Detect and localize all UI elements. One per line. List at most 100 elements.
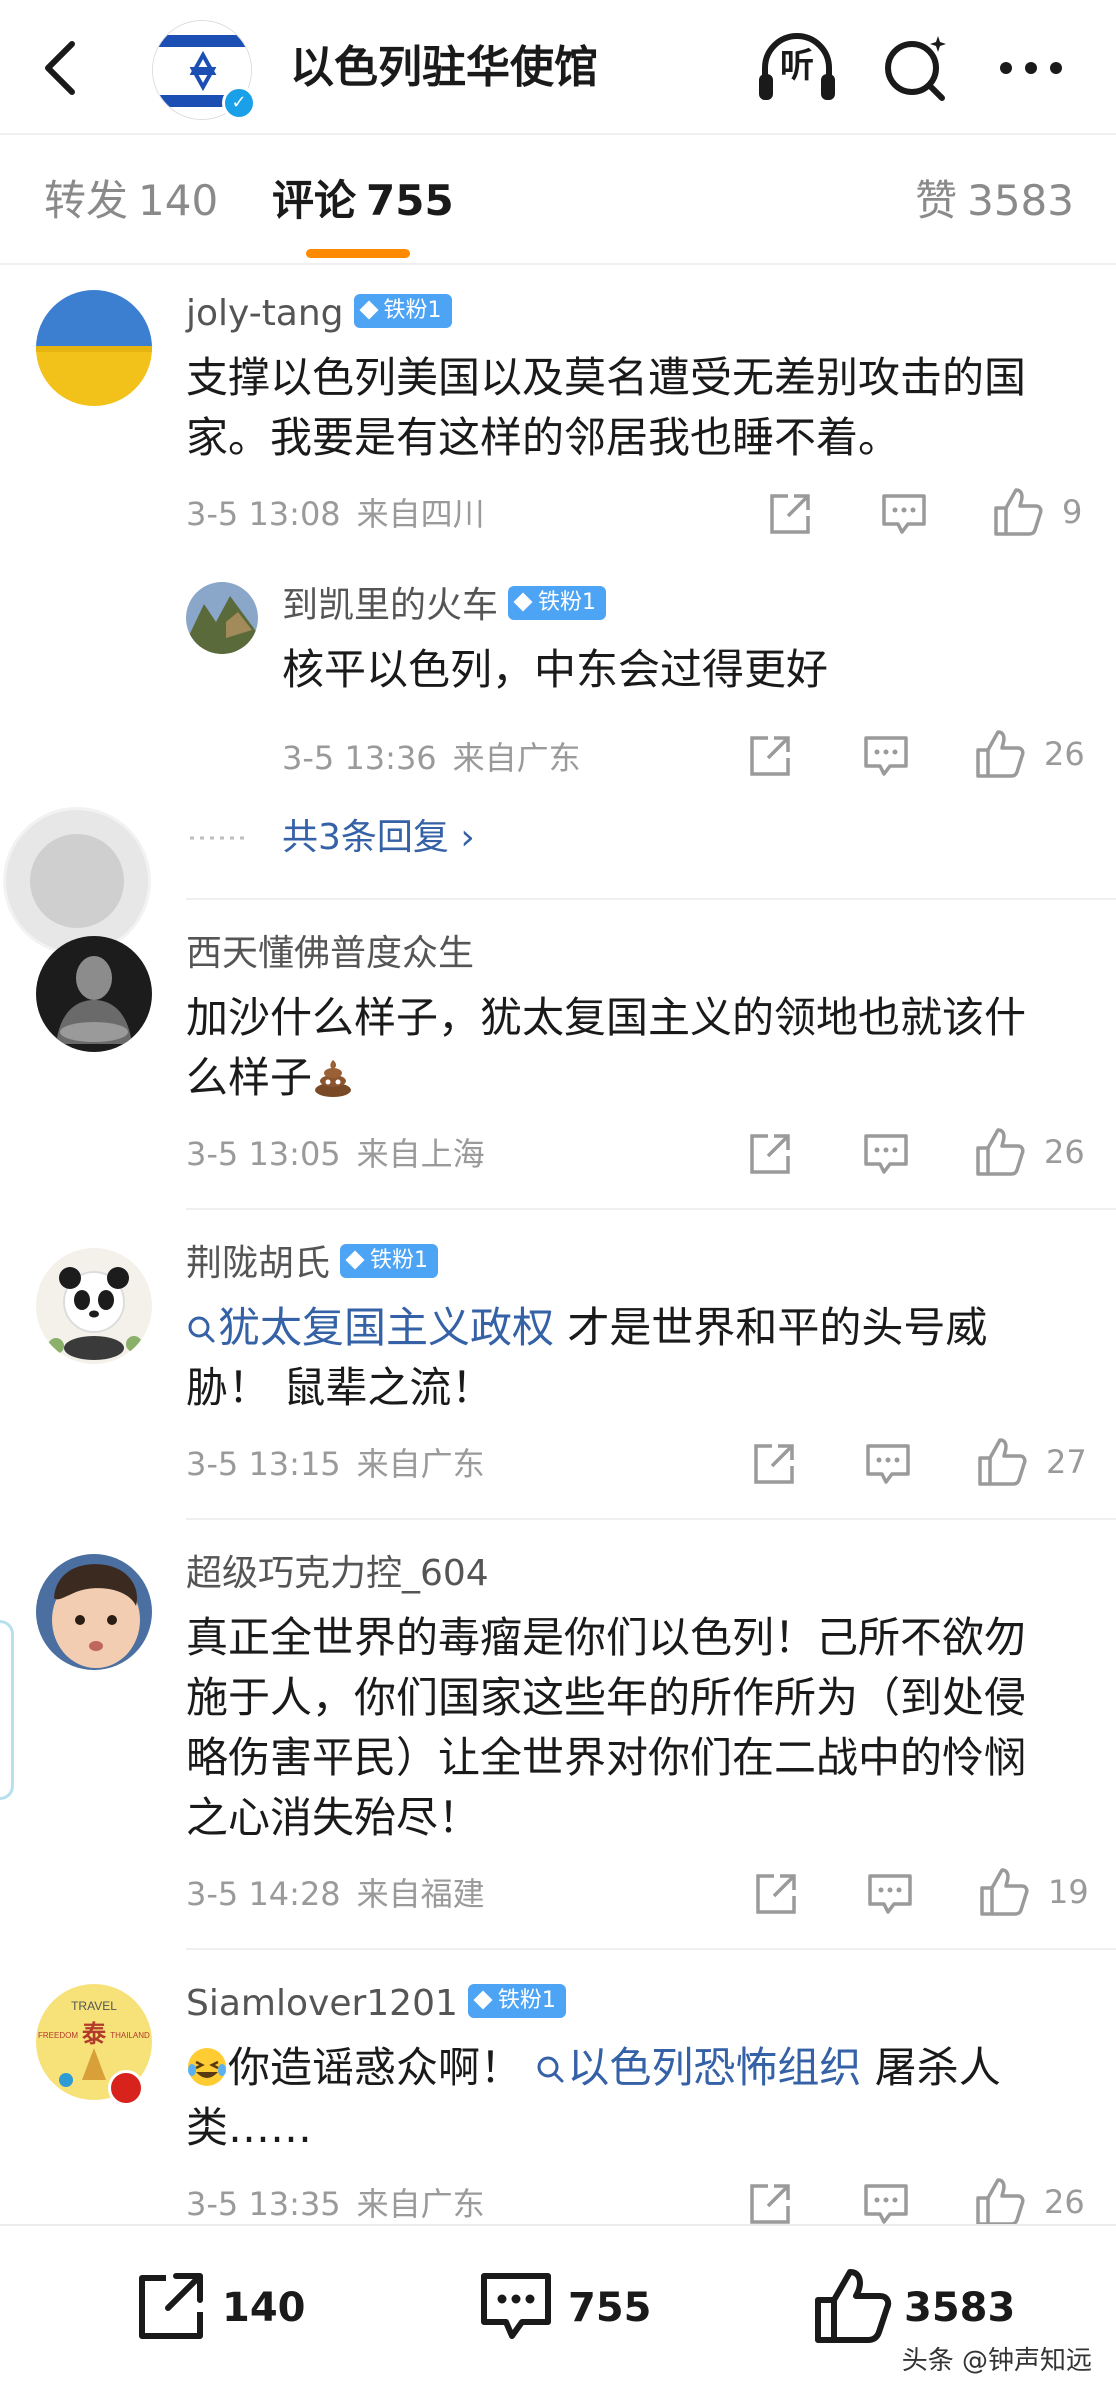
edge-panel-handle[interactable]: [0, 1620, 14, 1800]
comment-divider: [186, 898, 1116, 900]
thumbs-up-icon: [980, 1868, 1029, 1916]
fan-badge: 铁粉1: [467, 1984, 566, 2018]
comment-author[interactable]: joly-tang 铁粉1: [186, 290, 452, 338]
comment-location: 来自福建: [356, 1875, 485, 1913]
reply-icon[interactable]: [880, 490, 928, 538]
like-count: 26: [1044, 735, 1085, 773]
like-button[interactable]: 26: [974, 1126, 1104, 1176]
reply-icon[interactable]: [864, 1440, 912, 1488]
share-icon[interactable]: [746, 732, 794, 780]
comment-meta: 3-5 14:28 来自福建: [186, 1872, 485, 1916]
like-button[interactable]: 9: [992, 486, 1104, 536]
like-count: 9: [1062, 493, 1083, 531]
laughing-tears-emoji-icon: [188, 2048, 226, 2086]
fan-badge: 铁粉1: [353, 294, 452, 328]
avatar[interactable]: [36, 1248, 152, 1364]
like-post-button[interactable]: 3583: [812, 2266, 1052, 2346]
bottom-action-bar: 140 755 3583 头条 @钟声知远: [0, 2224, 1116, 2383]
thumbs-up-icon: [976, 2178, 1025, 2226]
flower-badge-icon: [108, 2070, 144, 2106]
dotted-line-icon: [190, 836, 250, 840]
comment-author[interactable]: 超级巧克力控_604: [186, 1550, 489, 1598]
tab-likes-count: 3583: [967, 176, 1074, 225]
fan-badge-label: 铁粉1: [497, 1988, 556, 2013]
like-button[interactable]: 19: [978, 1866, 1108, 1916]
comment-author-name: 超级巧克力控_604: [186, 1553, 489, 1594]
back-icon[interactable]: [38, 38, 82, 98]
tab-comments-label: 评论: [272, 176, 357, 225]
comment-meta: 3-5 13:15 来自广东: [186, 1442, 485, 1486]
thumbs-up-icon: [994, 488, 1043, 536]
topic-link[interactable]: 以色列恐怖组织: [535, 2043, 861, 2092]
share-icon[interactable]: [746, 2180, 794, 2228]
tab-repost[interactable]: 转发 140: [44, 173, 218, 229]
reply-author[interactable]: 到凯里的火车 铁粉1: [282, 582, 607, 630]
comment-author-name: joly-tang: [186, 293, 344, 334]
view-more-replies-link[interactable]: 共3条回复 ›: [282, 814, 475, 862]
comment-author[interactable]: 西天懂佛普度众生: [186, 930, 474, 978]
avatar[interactable]: [36, 290, 152, 406]
diamond-icon: [359, 300, 379, 320]
comment-location: 来自广东: [356, 2185, 485, 2223]
like-post-count: 3583: [904, 2285, 1016, 2331]
comment-time: 3-5 13:08: [186, 495, 341, 533]
reply-author-name: 到凯里的火车: [282, 585, 499, 626]
tab-likes-label: 赞: [915, 176, 958, 225]
diamond-icon: [473, 1990, 493, 2010]
reply-icon[interactable]: [866, 1870, 914, 1918]
comment-time: 3-5 13:35: [186, 2185, 341, 2223]
avatar-text-thai: 泰: [82, 2020, 107, 2048]
account-avatar[interactable]: ✓: [152, 20, 256, 120]
topic-link[interactable]: 犹太复国主义政权: [186, 1303, 554, 1352]
thumbs-up-icon: [976, 730, 1025, 778]
comment-meta: 3-5 13:08 来自四川: [186, 492, 485, 536]
detail-tabs: 转发 140 评论 755 赞 3583: [0, 137, 1116, 265]
avatar[interactable]: [36, 936, 152, 1052]
comment-button[interactable]: 755: [476, 2266, 696, 2346]
repost-button[interactable]: 140: [130, 2266, 340, 2346]
thumbs-up-icon: [976, 1128, 1025, 1176]
tab-comments-count: 755: [366, 176, 454, 225]
diamond-icon: [513, 592, 533, 612]
tab-comments[interactable]: 评论 755: [272, 173, 454, 229]
top-navigation-bar: ✓ 以色列驻华使馆 听: [0, 0, 1116, 135]
avatar-text-thailand: THAILAND: [110, 2031, 150, 2040]
listen-button[interactable]: 听: [755, 30, 839, 104]
topic-link-label: 犹太复国主义政权: [218, 1303, 555, 1352]
reply-icon[interactable]: [862, 1130, 910, 1178]
comment-divider: [186, 1518, 1116, 1520]
comment-text: 加沙什么样子，犹太复国主义的领地也就该什么样子: [186, 988, 1066, 1108]
more-options-icon[interactable]: [996, 48, 1066, 88]
comment-divider: [186, 1948, 1116, 1950]
avatar[interactable]: [36, 1554, 152, 1670]
like-button[interactable]: 27: [976, 1436, 1106, 1486]
share-icon[interactable]: [750, 1440, 798, 1488]
comment-icon: [481, 2273, 551, 2339]
search-icon[interactable]: [882, 34, 950, 102]
comment-author-name: Siamlover1201: [186, 1983, 458, 2024]
comment-meta: 3-5 13:05 来自上海: [186, 1132, 485, 1176]
reply-text: 核平以色列，中东会过得更好: [282, 645, 829, 694]
comment-text: 支撑以色列美国以及莫名遭受无差别攻击的国家。我要是有这样的邻居我也睡不着。: [186, 353, 1027, 462]
comment-author[interactable]: Siamlover1201 铁粉1: [186, 1980, 566, 2028]
share-icon[interactable]: [752, 1870, 800, 1918]
reply-icon[interactable]: [862, 2180, 910, 2228]
floating-assist-button[interactable]: [6, 810, 148, 952]
fan-badge-label: 铁粉1: [383, 298, 442, 323]
comment-time: 3-5 13:05: [186, 1135, 341, 1173]
like-button[interactable]: 26: [974, 728, 1104, 778]
tab-likes[interactable]: 赞 3583: [915, 173, 1074, 229]
share-icon[interactable]: [766, 490, 814, 538]
share-icon[interactable]: [746, 1130, 794, 1178]
search-icon: [188, 1316, 215, 1343]
reply-icon[interactable]: [862, 732, 910, 780]
floating-assist-inner: [30, 834, 124, 928]
fan-badge-label: 铁粉1: [538, 590, 597, 615]
like-button[interactable]: 26: [974, 2176, 1104, 2226]
reply-avatar[interactable]: [186, 582, 258, 654]
like-count: 26: [1044, 2183, 1085, 2221]
comment-author[interactable]: 荆陇胡氏 铁粉1: [186, 1240, 439, 1288]
verified-icon: ✓: [222, 86, 256, 120]
diamond-icon: [345, 1250, 365, 1270]
topic-link-label: 以色列恐怖组织: [567, 2043, 862, 2092]
